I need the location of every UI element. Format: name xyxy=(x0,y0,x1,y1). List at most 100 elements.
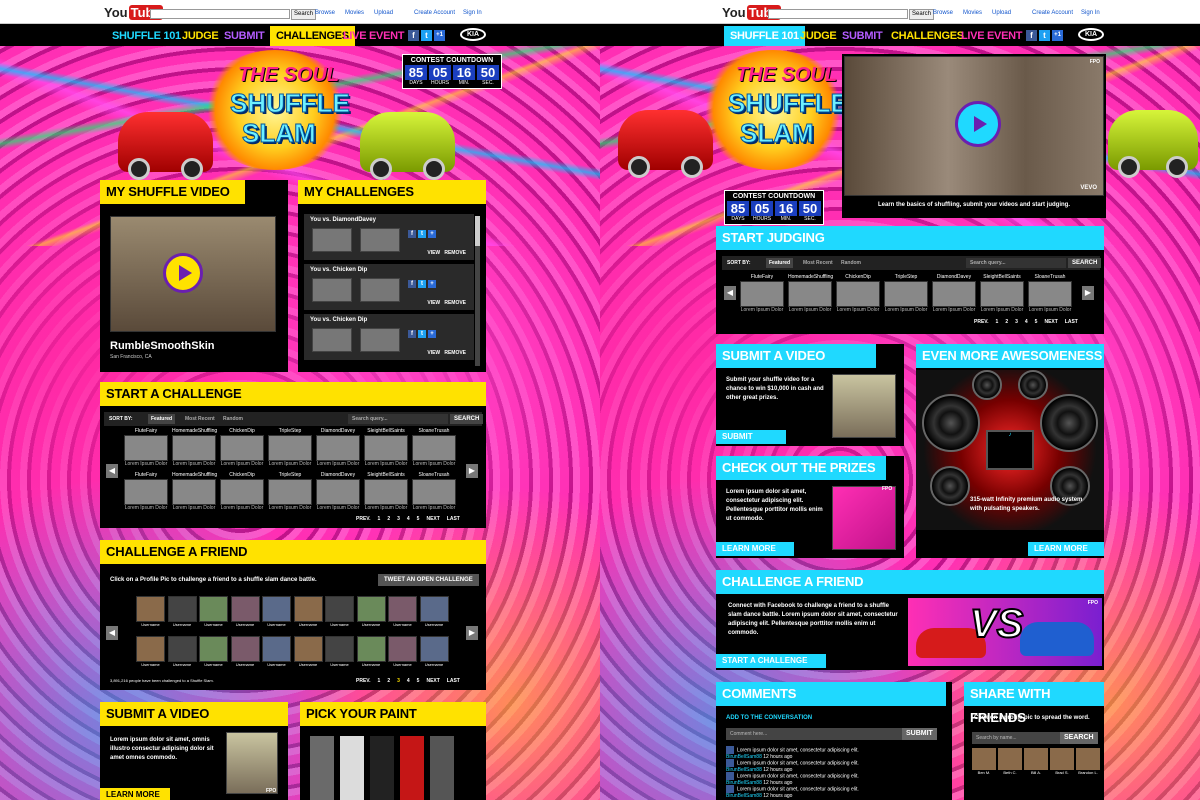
facebook-icon[interactable]: f xyxy=(408,30,419,41)
user-thumbnail[interactable] xyxy=(980,281,1024,307)
friend-cell[interactable]: Username xyxy=(262,596,291,627)
user-thumbnail[interactable] xyxy=(268,435,312,461)
user-cell[interactable]: ChickenDip Lorem Ipsum Dolor xyxy=(220,428,264,467)
next-arrow-icon[interactable]: ▶ xyxy=(466,626,478,640)
friend-cell[interactable]: Username xyxy=(419,636,449,667)
user-thumbnail[interactable] xyxy=(788,281,832,307)
share-search-button[interactable]: SEARCH xyxy=(1060,732,1098,744)
user-cell[interactable]: SleightBellSaints Lorem Ipsum Dolor xyxy=(364,428,408,467)
friend-avatar[interactable] xyxy=(262,596,291,622)
share-friend[interactable]: Bill A. xyxy=(1024,748,1048,775)
share-friend[interactable]: Brandon L. xyxy=(1076,748,1100,775)
friend-avatar[interactable] xyxy=(972,748,996,770)
challenge-search-input[interactable]: Search query... xyxy=(348,414,448,424)
page-link[interactable]: 2 xyxy=(387,516,390,522)
submit-button[interactable]: SUBMIT xyxy=(716,430,786,444)
friend-cell[interactable]: Username xyxy=(167,596,197,627)
sign-in-link[interactable]: Sign In xyxy=(463,10,482,16)
friend-avatar[interactable] xyxy=(388,596,417,622)
next-arrow-icon[interactable]: ▶ xyxy=(466,464,478,478)
friend-cell[interactable]: Username xyxy=(136,596,165,627)
user-cell[interactable]: ChickenDip Lorem Ipsum Dolor xyxy=(220,472,264,511)
twitter-icon[interactable]: t xyxy=(418,280,426,288)
user-cell[interactable]: TripleStep Lorem Ipsum Dolor xyxy=(884,274,928,313)
friend-avatar[interactable] xyxy=(293,596,323,622)
user-thumbnail[interactable] xyxy=(268,479,312,505)
nav-submit[interactable]: SUBMIT xyxy=(842,26,883,46)
friend-avatar[interactable] xyxy=(199,596,228,622)
user-cell[interactable]: FluteFairy Lorem Ipsum Dolor xyxy=(740,274,784,313)
user-cell[interactable]: FluteFairy Lorem Ipsum Dolor xyxy=(124,472,168,511)
paint-swatch-black[interactable] xyxy=(370,736,394,800)
user-thumbnail[interactable] xyxy=(364,435,408,461)
create-account-link[interactable]: Create Account xyxy=(1032,10,1073,16)
youtube-search-button[interactable]: Search xyxy=(909,9,935,20)
prev-arrow-icon[interactable]: ◀ xyxy=(106,464,118,478)
pagination[interactable]: PREV. 1 2 3 4 5 NEXT LAST xyxy=(356,516,467,522)
share-search-input[interactable]: Search by name... xyxy=(972,732,1060,744)
user-cell[interactable]: TripleStep Lorem Ipsum Dolor xyxy=(268,472,312,511)
friend-cell[interactable]: Username xyxy=(325,636,354,667)
page-link[interactable]: 5 xyxy=(417,516,420,522)
page-link[interactable]: 4 xyxy=(1025,319,1028,325)
user-thumbnail[interactable] xyxy=(740,281,784,307)
hero-video-player[interactable]: FPO VEVO xyxy=(844,56,1104,196)
user-cell[interactable]: SloaneTrusah Lorem Ipsum Dolor xyxy=(412,428,456,467)
user-cell[interactable]: DiamondDavey Lorem Ipsum Dolor xyxy=(316,428,360,467)
share-friend[interactable]: Brad S. xyxy=(1050,748,1074,775)
friend-cell[interactable]: Username xyxy=(293,636,323,667)
friend-avatar[interactable] xyxy=(1076,748,1100,770)
user-cell[interactable]: SleightBellSaints Lorem Ipsum Dolor xyxy=(364,472,408,511)
challenge-row[interactable]: You vs. DiamondDavey f t + VIEW REMOVE xyxy=(304,214,474,260)
youtube-search-input[interactable] xyxy=(768,9,908,19)
scrollbar[interactable] xyxy=(475,216,480,366)
friend-avatar[interactable] xyxy=(199,636,228,662)
page-link[interactable]: 1 xyxy=(378,516,381,522)
page-link[interactable]: NEXT xyxy=(426,516,439,522)
page-link[interactable]: 5 xyxy=(1035,319,1038,325)
user-cell[interactable]: HomemadeShuffling Lorem Ipsum Dolor xyxy=(172,428,217,467)
sort-featured[interactable]: Featured xyxy=(148,414,176,424)
friend-avatar[interactable] xyxy=(388,636,417,662)
learn-more-button[interactable]: LEARN MORE xyxy=(1028,542,1104,556)
challenge-row[interactable]: You vs. Chicken Dip f t + VIEW REMOVE xyxy=(304,314,474,360)
user-thumbnail[interactable] xyxy=(412,479,456,505)
friend-cell[interactable]: Username xyxy=(419,596,449,627)
upload-link[interactable]: Upload xyxy=(374,10,393,16)
plus-one-icon[interactable]: +1 xyxy=(1052,30,1063,41)
page-link[interactable]: NEXT xyxy=(426,678,439,684)
page-link[interactable]: LAST xyxy=(1065,319,1078,325)
twitter-icon[interactable]: t xyxy=(418,330,426,338)
friend-cell[interactable]: Username xyxy=(293,596,323,627)
page-link[interactable]: 5 xyxy=(417,678,420,684)
nav-live-event[interactable]: LIVE EVENT xyxy=(961,26,1022,46)
friend-cell[interactable]: Username xyxy=(262,636,291,667)
twitter-icon[interactable]: t xyxy=(1039,30,1050,41)
facebook-icon[interactable]: f xyxy=(408,330,416,338)
page-link[interactable]: 2 xyxy=(387,678,390,684)
friend-avatar[interactable] xyxy=(262,636,291,662)
facebook-icon[interactable]: f xyxy=(1026,30,1037,41)
friend-avatar[interactable] xyxy=(230,596,260,622)
user-cell[interactable]: HomemadeShuffling Lorem Ipsum Dolor xyxy=(172,472,217,511)
nav-live-event[interactable]: LIVE EVENT xyxy=(343,26,404,46)
user-cell[interactable]: SloaneTrusah Lorem Ipsum Dolor xyxy=(412,472,456,511)
judging-search-button[interactable]: SEARCH xyxy=(1068,258,1102,268)
page-link[interactable]: 3 xyxy=(1015,319,1018,325)
page-link[interactable]: 4 xyxy=(407,516,410,522)
judging-search-input[interactable]: Search query... xyxy=(966,258,1066,268)
user-thumbnail[interactable] xyxy=(172,479,216,505)
share-friend[interactable]: Beth C. xyxy=(998,748,1022,775)
view-link[interactable]: VIEW xyxy=(427,250,440,256)
user-cell[interactable]: DiamondDavey Lorem Ipsum Dolor xyxy=(932,274,976,313)
user-thumbnail[interactable] xyxy=(932,281,976,307)
user-thumbnail[interactable] xyxy=(836,281,880,307)
user-cell[interactable]: DiamondDavey Lorem Ipsum Dolor xyxy=(316,472,360,511)
friend-avatar[interactable] xyxy=(998,748,1022,770)
next-arrow-icon[interactable]: ▶ xyxy=(1082,286,1094,300)
sort-featured[interactable]: Featured xyxy=(766,258,794,268)
plus-one-icon[interactable]: + xyxy=(428,330,436,338)
friend-cell[interactable]: Username xyxy=(199,596,228,627)
user-thumbnail[interactable] xyxy=(172,435,216,461)
nav-submit[interactable]: SUBMIT xyxy=(224,26,265,46)
